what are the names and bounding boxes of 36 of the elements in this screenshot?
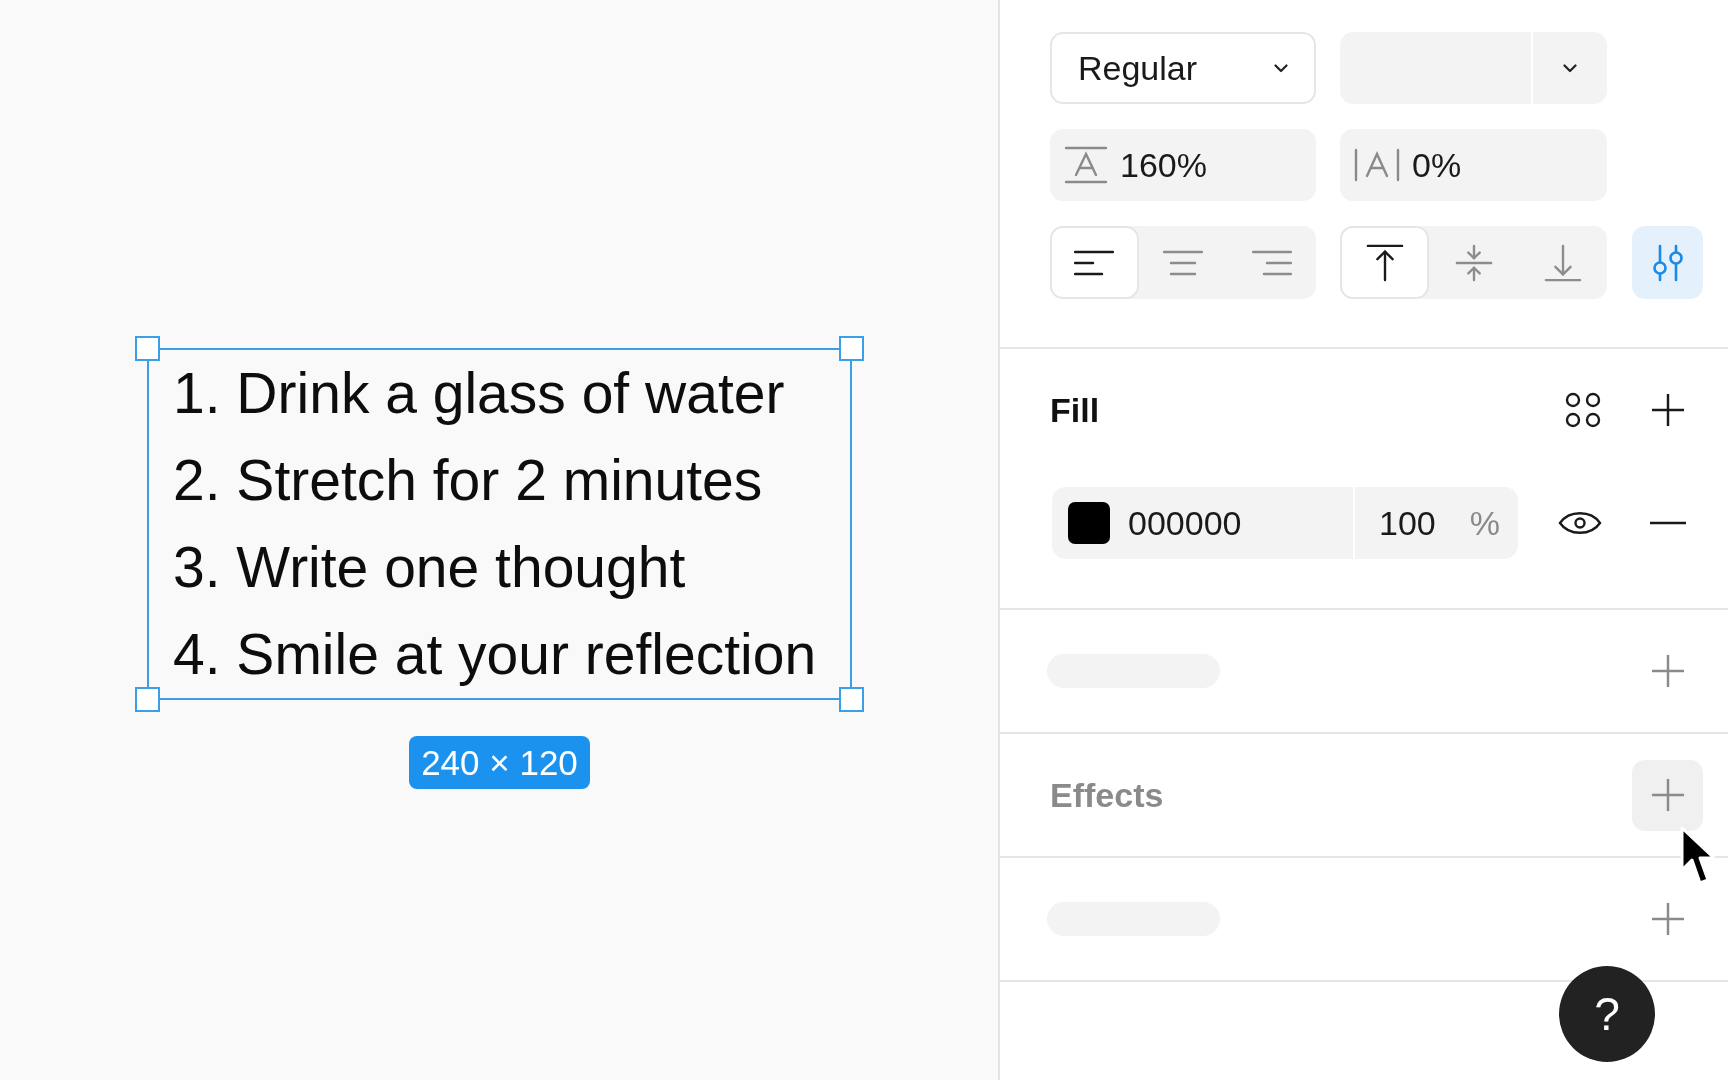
section-title: Effects bbox=[1050, 775, 1164, 815]
align-left-icon bbox=[1074, 249, 1115, 276]
opacity-field[interactable]: 100 % bbox=[1355, 487, 1518, 559]
list-item-text: 3. Write one thought bbox=[173, 534, 687, 601]
align-right-icon bbox=[1251, 249, 1292, 276]
align-top-button[interactable] bbox=[1340, 226, 1429, 299]
size-badge: 240 × 120 bbox=[409, 736, 590, 789]
chevron-down-icon bbox=[1563, 63, 1577, 73]
four-circles-icon bbox=[1564, 392, 1601, 428]
section-title: Fill bbox=[1050, 390, 1100, 430]
sliders-icon bbox=[1650, 243, 1685, 282]
resize-handle[interactable] bbox=[839, 336, 864, 361]
list-item-text: 4. Smile at your reflection bbox=[173, 621, 818, 688]
align-center-icon bbox=[1163, 249, 1203, 276]
list-item-text: 1. Drink a glass of water bbox=[173, 360, 786, 427]
align-left-button[interactable] bbox=[1050, 226, 1139, 299]
font-weight-dropdown[interactable]: Regular bbox=[1050, 32, 1316, 104]
list-item-text: 2. Stretch for 2 minutes bbox=[173, 447, 764, 514]
align-top-icon bbox=[1365, 243, 1404, 282]
chevron-down-icon bbox=[1274, 63, 1288, 73]
align-middle-icon bbox=[1454, 243, 1493, 282]
resize-handle[interactable] bbox=[839, 687, 864, 712]
type-settings-button[interactable] bbox=[1632, 226, 1703, 299]
letter-spacing-icon bbox=[1354, 148, 1400, 182]
align-bottom-icon bbox=[1543, 243, 1582, 282]
hex-color-field[interactable]: 000000 bbox=[1052, 487, 1355, 559]
line-height-icon bbox=[1064, 146, 1108, 184]
plus-icon bbox=[1650, 393, 1685, 427]
plus-icon bbox=[1650, 902, 1685, 936]
minus-icon bbox=[1649, 521, 1686, 525]
resize-handle[interactable] bbox=[135, 687, 160, 712]
plus-icon bbox=[1650, 778, 1685, 812]
letter-spacing-field[interactable]: 0% bbox=[1340, 129, 1607, 201]
plus-icon bbox=[1650, 654, 1685, 688]
resize-handle[interactable] bbox=[135, 336, 160, 361]
line-height-field[interactable]: 160% bbox=[1050, 129, 1316, 201]
